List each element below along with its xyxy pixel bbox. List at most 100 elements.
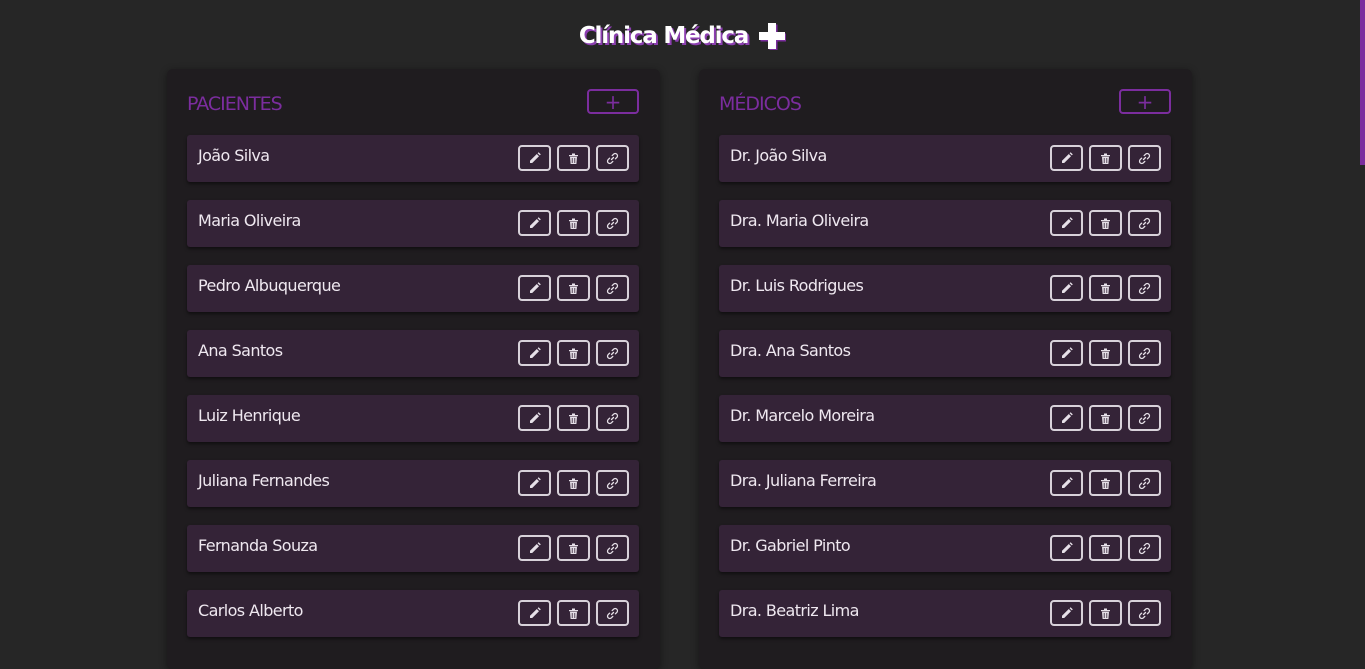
link-button[interactable]	[596, 145, 629, 171]
link-icon	[1138, 282, 1151, 294]
item-actions	[1050, 145, 1161, 171]
scrollbar-thumb[interactable]	[1360, 0, 1365, 165]
trash-icon	[1101, 348, 1110, 359]
link-button[interactable]	[1128, 340, 1161, 366]
trash-icon	[569, 218, 578, 229]
list-item: Dr. Luis Rodrigues	[719, 265, 1171, 312]
link-button[interactable]	[1128, 600, 1161, 626]
patients-list: João Silva Maria Oliveira Pedro Albuquerqu…	[187, 135, 639, 655]
trash-icon	[569, 348, 578, 359]
link-button[interactable]	[596, 340, 629, 366]
edit-button[interactable]	[518, 210, 551, 236]
link-icon	[606, 347, 619, 359]
item-actions	[518, 535, 629, 561]
pencil-icon	[530, 541, 541, 553]
delete-button[interactable]	[1089, 600, 1122, 626]
edit-button[interactable]	[518, 340, 551, 366]
link-icon	[606, 542, 619, 554]
edit-button[interactable]	[1050, 340, 1083, 366]
delete-button[interactable]	[557, 210, 590, 236]
trash-icon	[569, 478, 578, 489]
plus-cross-icon	[759, 23, 787, 50]
delete-button[interactable]	[557, 405, 590, 431]
list-item: Dr. Marcelo Moreira	[719, 395, 1171, 442]
pencil-icon	[530, 216, 541, 228]
item-name: Luiz Henrique	[198, 406, 301, 425]
edit-button[interactable]	[1050, 405, 1083, 431]
item-actions	[518, 275, 629, 301]
edit-button[interactable]	[1050, 275, 1083, 301]
trash-icon	[1101, 218, 1110, 229]
delete-button[interactable]	[557, 600, 590, 626]
item-name: Maria Oliveira	[198, 211, 301, 230]
link-icon	[606, 152, 619, 164]
link-icon	[1138, 217, 1151, 229]
link-icon	[1138, 412, 1151, 424]
link-icon	[606, 607, 619, 619]
edit-button[interactable]	[1050, 210, 1083, 236]
add-patient-button[interactable]: +	[587, 89, 639, 114]
item-actions	[518, 405, 629, 431]
delete-button[interactable]	[1089, 275, 1122, 301]
delete-button[interactable]	[1089, 470, 1122, 496]
edit-button[interactable]	[1050, 145, 1083, 171]
list-item: Dr. Gabriel Pinto	[719, 525, 1171, 572]
delete-button[interactable]	[557, 275, 590, 301]
link-icon	[606, 217, 619, 229]
link-button[interactable]	[596, 535, 629, 561]
edit-button[interactable]	[518, 470, 551, 496]
link-button[interactable]	[1128, 470, 1161, 496]
link-icon	[1138, 607, 1151, 619]
pencil-icon	[1062, 541, 1073, 553]
trash-icon	[569, 153, 578, 164]
edit-button[interactable]	[518, 275, 551, 301]
delete-button[interactable]	[557, 340, 590, 366]
pencil-icon	[1062, 606, 1073, 618]
delete-button[interactable]	[1089, 405, 1122, 431]
trash-icon	[1101, 543, 1110, 554]
delete-button[interactable]	[557, 535, 590, 561]
delete-button[interactable]	[1089, 340, 1122, 366]
delete-button[interactable]	[1089, 535, 1122, 561]
list-item: Fernanda Souza	[187, 525, 639, 572]
edit-button[interactable]	[1050, 470, 1083, 496]
link-button[interactable]	[1128, 405, 1161, 431]
edit-button[interactable]	[1050, 600, 1083, 626]
link-button[interactable]	[596, 470, 629, 496]
delete-button[interactable]	[1089, 210, 1122, 236]
edit-button[interactable]	[518, 535, 551, 561]
edit-button[interactable]	[1050, 535, 1083, 561]
trash-icon	[569, 283, 578, 294]
link-button[interactable]	[596, 275, 629, 301]
pencil-icon	[1062, 476, 1073, 488]
link-button[interactable]	[596, 405, 629, 431]
link-button[interactable]	[1128, 210, 1161, 236]
link-button[interactable]	[1128, 275, 1161, 301]
link-button[interactable]	[1128, 145, 1161, 171]
item-actions	[518, 340, 629, 366]
link-icon	[606, 282, 619, 294]
pencil-icon	[530, 476, 541, 488]
item-actions	[1050, 600, 1161, 626]
list-item: Carlos Alberto	[187, 590, 639, 637]
delete-button[interactable]	[557, 145, 590, 171]
delete-button[interactable]	[1089, 145, 1122, 171]
doctors-list: Dr. João Silva Dra. Maria Oliveira Dr. Lui…	[719, 135, 1171, 655]
list-item: Dra. Beatriz Lima	[719, 590, 1171, 637]
list-item: Ana Santos	[187, 330, 639, 377]
link-button[interactable]	[596, 600, 629, 626]
edit-button[interactable]	[518, 145, 551, 171]
link-icon	[1138, 152, 1151, 164]
link-button[interactable]	[1128, 535, 1161, 561]
edit-button[interactable]	[518, 600, 551, 626]
item-name: Dra. Beatriz Lima	[730, 601, 859, 620]
delete-button[interactable]	[557, 470, 590, 496]
item-actions	[1050, 340, 1161, 366]
trash-icon	[569, 543, 578, 554]
add-doctor-button[interactable]: +	[1119, 89, 1171, 114]
item-actions	[518, 210, 629, 236]
item-name: João Silva	[198, 146, 270, 165]
link-button[interactable]	[596, 210, 629, 236]
edit-button[interactable]	[518, 405, 551, 431]
item-name: Dr. João Silva	[730, 146, 827, 165]
